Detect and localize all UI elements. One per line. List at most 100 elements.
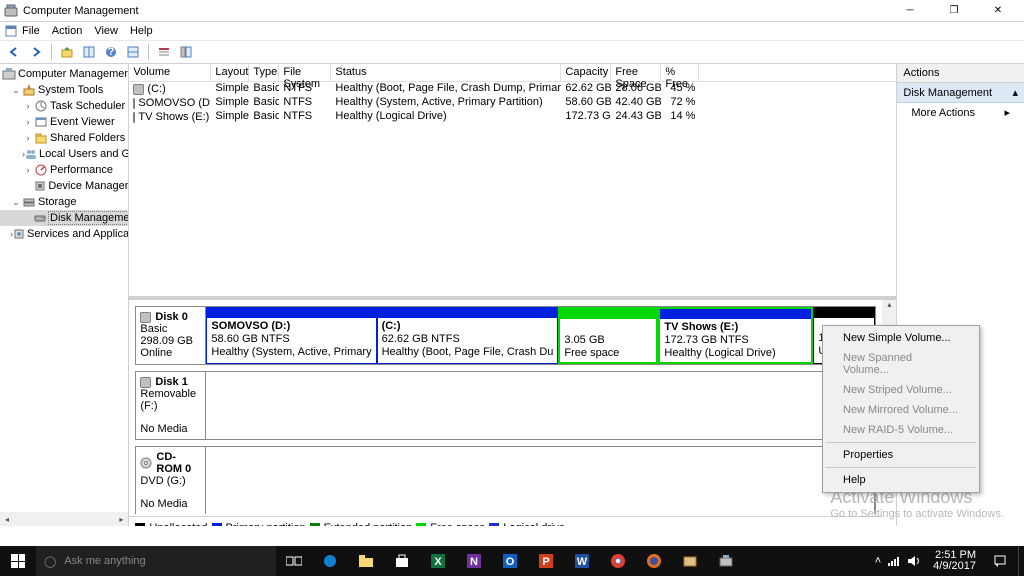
col-capacity[interactable]: Capacity [561, 64, 611, 81]
edge-icon[interactable] [312, 546, 348, 576]
back-button[interactable] [4, 42, 24, 62]
disk-row: Disk 1 Removable (F:) No Media [135, 371, 876, 440]
volume-row[interactable]: TV Shows (E:) SimpleBasicNTFS Healthy (L… [129, 110, 896, 124]
ctx-properties[interactable]: Properties [825, 445, 977, 465]
network-icon[interactable] [887, 555, 901, 567]
disk-row: Disk 0 Basic 298.09 GB Online SOMOVSO (D… [135, 306, 876, 365]
drive-icon [133, 84, 144, 95]
tree-event-viewer[interactable]: ›Event Viewer [0, 114, 128, 130]
partition-free[interactable]: 3.05 GBFree space [558, 307, 658, 364]
menu-view[interactable]: View [94, 25, 118, 37]
close-button[interactable]: ✕ [976, 0, 1020, 22]
menu-action[interactable]: Action [52, 25, 83, 37]
actions-more[interactable]: More Actions▸ [897, 103, 1024, 122]
taskbar: ◯ Ask me anything X N O P W ˄ 2:51 PM4/9… [0, 546, 1024, 576]
volume-icon[interactable] [907, 555, 921, 567]
ctx-new-striped: New Striped Volume... [825, 380, 977, 400]
file-icon [4, 24, 18, 38]
list-button[interactable] [154, 42, 174, 62]
drive-icon [133, 98, 135, 109]
col-layout[interactable]: Layout [211, 64, 249, 81]
disk-label[interactable]: Disk 1 Removable (F:) No Media [136, 372, 206, 439]
tree-services[interactable]: ›Services and Applications [0, 226, 128, 242]
actions-group[interactable]: Disk Management▴ [897, 83, 1024, 103]
svg-text:?: ? [108, 46, 115, 58]
tree-disk-management[interactable]: Disk Management [0, 210, 128, 226]
panel-button-2[interactable] [123, 42, 143, 62]
maximize-button[interactable]: ❐ [932, 0, 976, 22]
panel-button-1[interactable] [79, 42, 99, 62]
col-fs[interactable]: File System [279, 64, 331, 81]
search-placeholder: Ask me anything [64, 555, 145, 567]
clock[interactable]: 2:51 PM4/9/2017 [927, 550, 982, 572]
store-icon[interactable] [384, 546, 420, 576]
word-icon[interactable]: W [564, 546, 600, 576]
col-volume[interactable]: Volume [129, 64, 211, 81]
folder-up-button[interactable] [57, 42, 77, 62]
tree-system-tools[interactable]: ⌄System Tools [0, 82, 128, 98]
window-title: Computer Management [23, 5, 139, 17]
volume-row[interactable]: SOMOVSO (D:) SimpleBasicNTFS Healthy (Sy… [129, 96, 896, 110]
partition-d[interactable]: SOMOVSO (D:)58.60 GB NTFSHealthy (System… [206, 307, 376, 364]
app-icon [4, 4, 18, 18]
tree-storage[interactable]: ⌄Storage [0, 194, 128, 210]
ctx-new-mirrored: New Mirrored Volume... [825, 400, 977, 420]
ctx-help[interactable]: Help [825, 470, 977, 490]
col-status[interactable]: Status [331, 64, 561, 81]
forward-button[interactable] [26, 42, 46, 62]
app-icon[interactable] [672, 546, 708, 576]
drive-icon [133, 112, 135, 123]
notifications-icon[interactable] [982, 554, 1018, 568]
chrome-icon[interactable] [600, 546, 636, 576]
task-view-icon[interactable] [276, 546, 312, 576]
tree-task-scheduler[interactable]: ›Task Scheduler [0, 98, 128, 114]
tray-up-icon[interactable]: ˄ [875, 555, 881, 567]
firefox-icon[interactable] [636, 546, 672, 576]
menu-help[interactable]: Help [130, 25, 153, 37]
system-tray[interactable]: ˄ [869, 555, 927, 567]
nav-tree[interactable]: Computer Management (Local ⌄System Tools… [0, 64, 129, 526]
ctx-new-spanned: New Spanned Volume... [825, 348, 977, 380]
volume-row[interactable]: (C:) SimpleBasicNTFS Healthy (Boot, Page… [129, 82, 896, 96]
tree-h-scrollbar[interactable]: ◂▸ [0, 512, 128, 526]
show-desktop[interactable] [1018, 546, 1024, 576]
disk-label[interactable]: CD-ROM 0 DVD (G:) No Media [136, 447, 206, 514]
volume-header[interactable]: Volume Layout Type File System Status Ca… [129, 64, 896, 82]
detail-button[interactable] [176, 42, 196, 62]
disk-row: CD-ROM 0 DVD (G:) No Media [135, 446, 876, 514]
menu-bar: File Action View Help [0, 22, 1024, 40]
svg-text:X: X [434, 556, 442, 568]
onenote-icon[interactable]: N [456, 546, 492, 576]
disk-label[interactable]: Disk 0 Basic 298.09 GB Online [136, 307, 206, 364]
tree-shared-folders[interactable]: ›Shared Folders [0, 130, 128, 146]
svg-text:P: P [542, 556, 549, 568]
help-button[interactable]: ? [101, 42, 121, 62]
partition-e[interactable]: TV Shows (E:)172.73 GB NTFSHealthy (Logi… [658, 307, 813, 364]
minimize-button[interactable]: ─ [888, 0, 932, 22]
outlook-icon[interactable]: O [492, 546, 528, 576]
toolbar: ? [0, 40, 1024, 64]
ctx-new-raid5: New RAID-5 Volume... [825, 420, 977, 440]
disk-map: Disk 0 Basic 298.09 GB Online SOMOVSO (D… [129, 300, 896, 526]
ctx-new-simple[interactable]: New Simple Volume... [825, 328, 977, 348]
partition-c[interactable]: (C:)62.62 GB NTFSHealthy (Boot, Page Fil… [377, 307, 559, 364]
tree-root[interactable]: Computer Management (Local [0, 66, 128, 82]
disk-icon [140, 312, 151, 323]
collapse-icon: ▴ [1012, 86, 1018, 99]
tree-device-manager[interactable]: Device Manager [0, 178, 128, 194]
excel-icon[interactable]: X [420, 546, 456, 576]
legend: Unallocated Primary partition Extended p… [129, 516, 882, 526]
search-box[interactable]: ◯ Ask me anything [36, 546, 276, 576]
powerpoint-icon[interactable]: P [528, 546, 564, 576]
mgmt-icon[interactable] [708, 546, 744, 576]
tree-performance[interactable]: ›Performance [0, 162, 128, 178]
col-pct[interactable]: % Free [661, 64, 699, 81]
disk-icon [140, 377, 151, 388]
explorer-icon[interactable] [348, 546, 384, 576]
volume-list[interactable]: Volume Layout Type File System Status Ca… [129, 64, 896, 300]
col-free[interactable]: Free Space [611, 64, 661, 81]
tree-local-users[interactable]: ›Local Users and Groups [0, 146, 128, 162]
menu-file[interactable]: File [22, 25, 40, 37]
col-type[interactable]: Type [249, 64, 279, 81]
start-button[interactable] [0, 554, 36, 568]
